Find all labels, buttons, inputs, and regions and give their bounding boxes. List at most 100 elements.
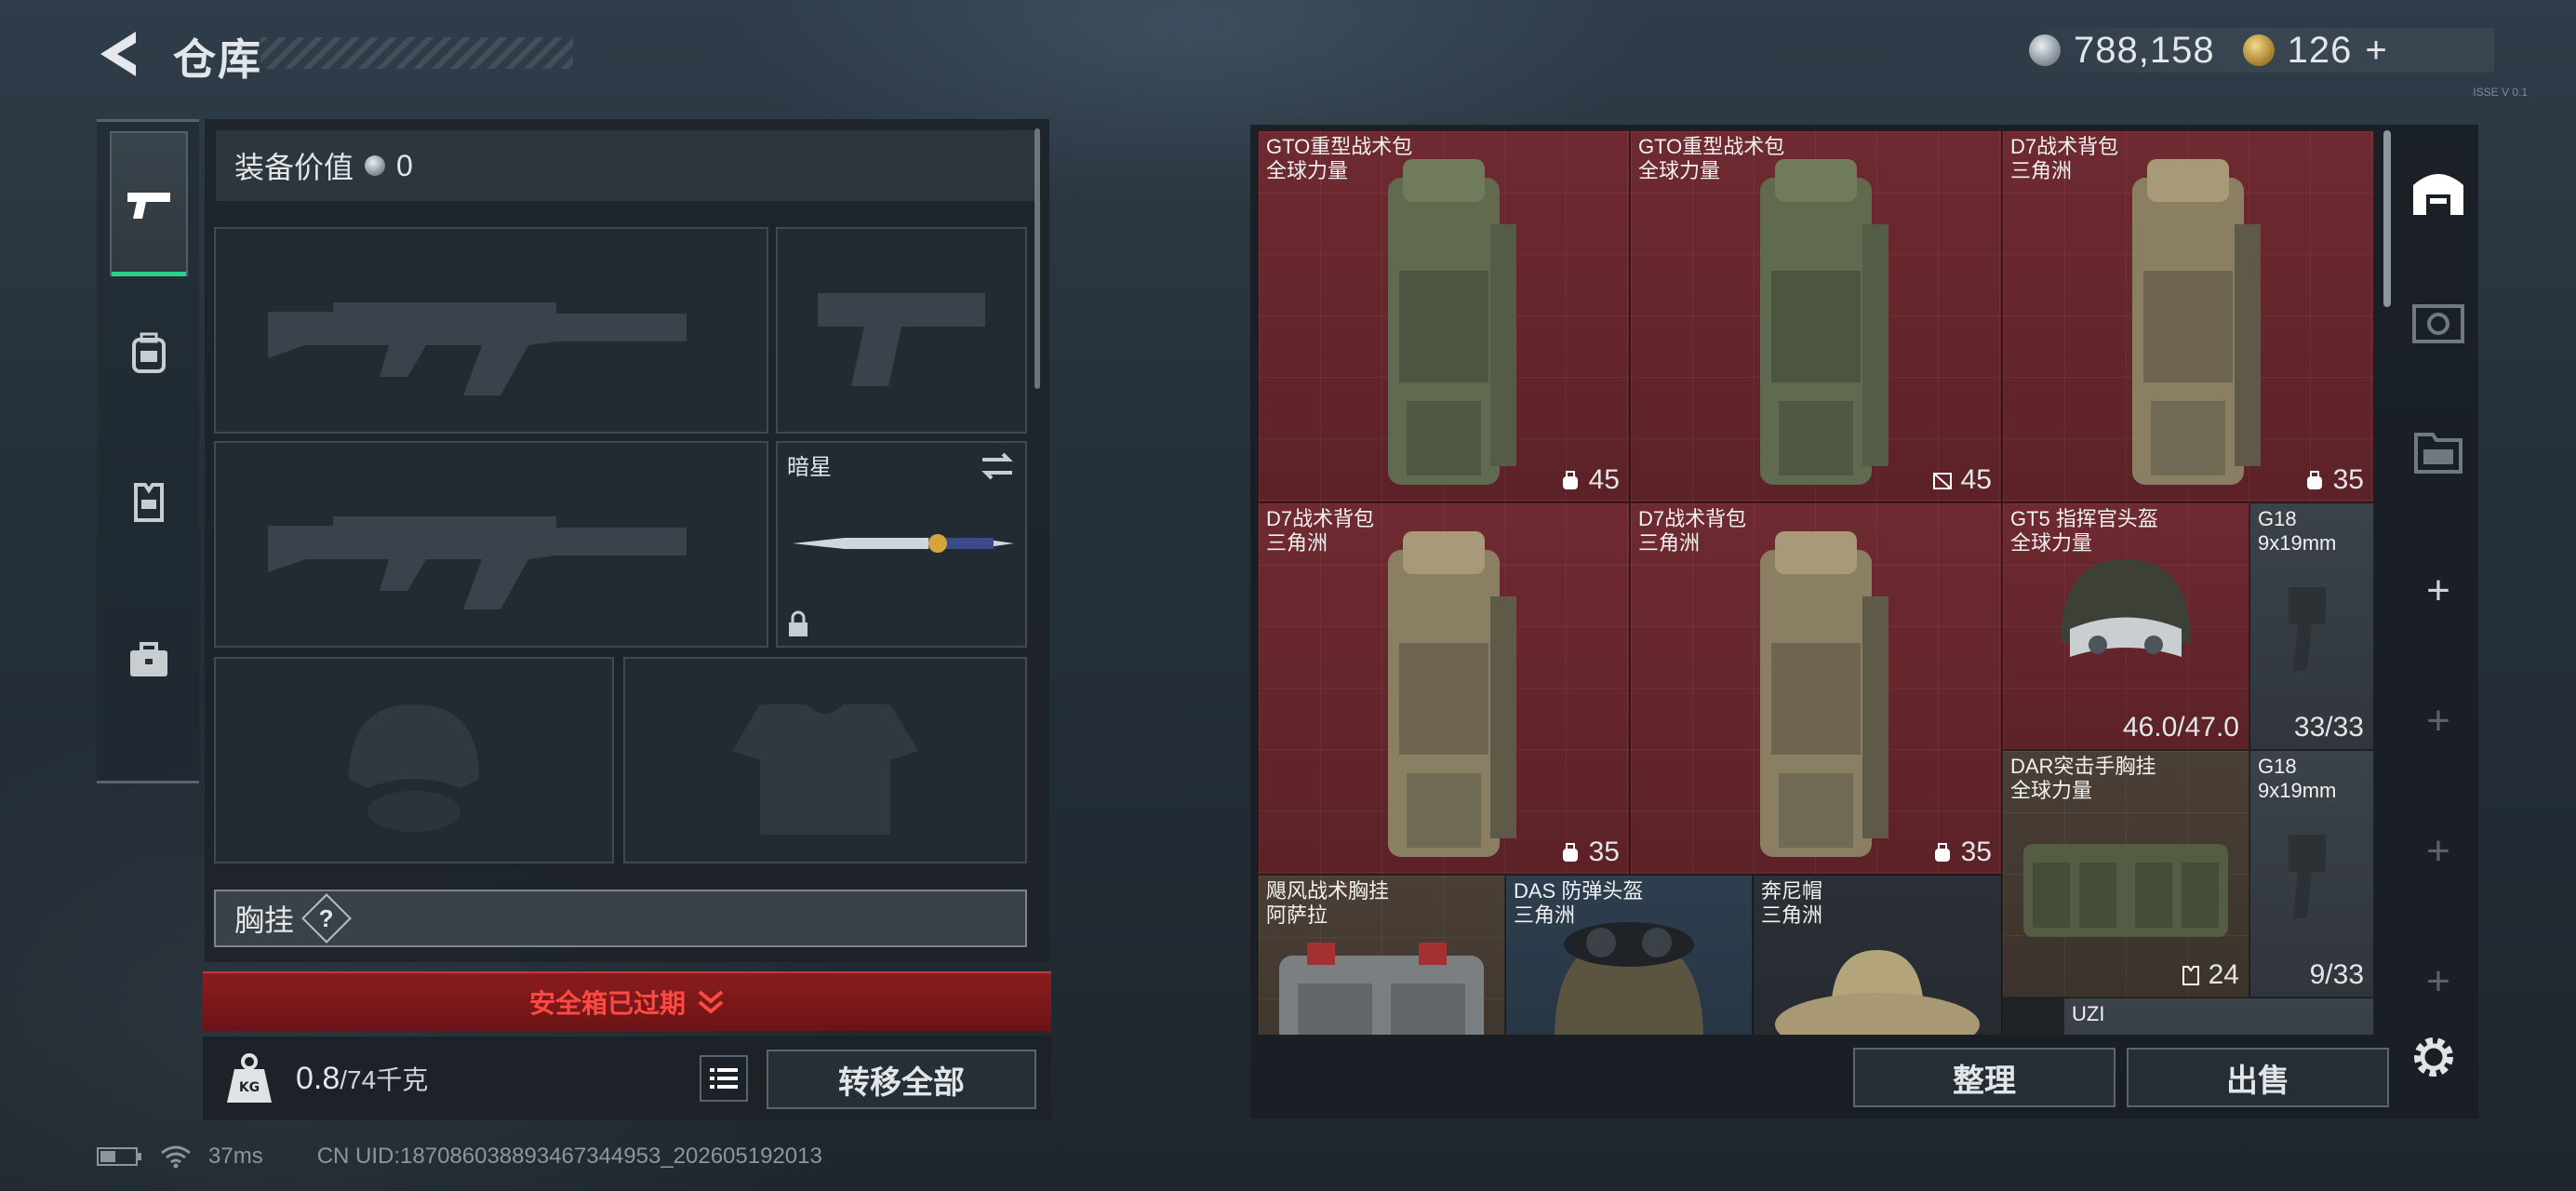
armor-slot[interactable] (623, 657, 1027, 863)
back-button[interactable] (93, 28, 149, 80)
inventory-item[interactable]: D7战术背包 三角洲 35 (2002, 130, 2374, 502)
inventory-item[interactable]: G18 9x19mm 9/33 (2249, 750, 2374, 997)
storage-tab-main[interactable] (2406, 160, 2471, 225)
pistol-silhouette-icon (818, 293, 985, 386)
rifle-silhouette-icon (268, 302, 687, 395)
inventory-item[interactable]: GT5 指挥官头盔 全球力量 46.0/47.0 (2002, 502, 2249, 750)
currency-silver: 788,158 (2074, 29, 2215, 71)
item-name: D7战术背包 三角洲 (1266, 507, 1375, 555)
swap-icon[interactable] (979, 450, 1016, 482)
sell-button[interactable]: 出售 (2127, 1048, 2389, 1107)
currency-bar: 788,158 126 + (2029, 28, 2494, 73)
storage-tab-3[interactable] (2406, 419, 2471, 484)
gear-icon[interactable] (2408, 1031, 2460, 1083)
item-count: 24 (2181, 959, 2239, 991)
status-bar: 37ms CN UID:187086038893467344953_202605… (97, 1141, 822, 1172)
chest-rig-art (2023, 844, 2228, 937)
help-button[interactable]: ? (301, 893, 352, 943)
move-all-button[interactable]: 转移全部 (767, 1050, 1036, 1109)
inventory-item[interactable]: DAS 防弹头盔 三角洲 (1505, 875, 1753, 1035)
storage-tab-2[interactable] (2406, 288, 2471, 354)
backpack-art (1760, 531, 1889, 857)
item-name: G18 9x19mm (2258, 755, 2337, 802)
inventory-item[interactable]: G18 9x19mm 33/33 (2249, 502, 2374, 750)
back-arrow-icon (100, 32, 136, 76)
silver-coin-icon (2029, 34, 2061, 66)
weight-current: 0.8 (296, 1060, 340, 1096)
secondary-weapon-slot[interactable] (214, 441, 768, 648)
helmet-silhouette-icon (349, 704, 479, 832)
armor-silhouette-icon (732, 704, 918, 835)
add-storage-button[interactable]: + (2406, 689, 2471, 754)
add-storage-button[interactable]: + (2406, 558, 2471, 623)
chest-rig-row[interactable]: 胸挂 ? (214, 890, 1027, 947)
tab-case[interactable] (110, 587, 188, 732)
item-count: 45 (1931, 464, 1992, 496)
storage-sidebar: + + + + (2398, 130, 2478, 1061)
inventory-scrollbar[interactable] (2383, 130, 2391, 307)
inventory-item[interactable]: DAR突击手胸挂 全球力量 24 (2002, 750, 2249, 997)
item-name: D7战术背包 三角洲 (1638, 507, 1747, 555)
sort-button[interactable]: 整理 (1853, 1048, 2116, 1107)
item-name: 奔尼帽 三角洲 (1761, 879, 1823, 927)
tab-vest[interactable] (110, 429, 188, 574)
inventory-item[interactable]: UZI (2063, 997, 2374, 1035)
melee-name: 暗星 (787, 455, 832, 480)
list-view-button[interactable] (700, 1055, 748, 1102)
lock-icon (789, 610, 808, 636)
melee-slot[interactable]: 暗星 (776, 441, 1027, 648)
add-storage-button[interactable]: + (2406, 819, 2471, 884)
safe-box-expired-text: 安全箱已过期 (528, 989, 686, 1018)
safe-box-expired-banner[interactable]: 安全箱已过期 (203, 971, 1051, 1031)
inventory-item[interactable]: D7战术背包 三角洲 35 (1630, 502, 2002, 875)
helmet-art (2061, 559, 2191, 657)
battery-icon (97, 1147, 141, 1166)
wifi-icon (161, 1145, 191, 1169)
item-name: GT5 指挥官头盔 全球力量 (2010, 507, 2158, 555)
helmet-slot[interactable] (214, 657, 614, 863)
svg-text:KG: KG (239, 1080, 260, 1095)
pistol-art (2289, 587, 2326, 671)
item-count: 45 (1559, 464, 1620, 496)
item-ammo: 9/33 (2309, 959, 2364, 990)
vest-icon (2182, 966, 2199, 985)
primary-weapon-slot[interactable] (214, 227, 768, 434)
item-count: 35 (2303, 464, 2364, 496)
item-name: G18 9x19mm (2258, 507, 2337, 555)
tab-active-indicator (112, 272, 186, 276)
double-chevron-down-icon (698, 990, 724, 1014)
add-storage-button[interactable]: + (2406, 949, 2471, 1014)
page-title: 仓库 (173, 35, 262, 84)
crate-icon (2412, 304, 2464, 343)
knife-art (793, 534, 1014, 553)
equipment-scrollbar[interactable] (1034, 128, 1040, 389)
weight-icon: KG (227, 1053, 272, 1103)
item-name: UZI (2072, 1002, 2105, 1025)
chest-rig-art (1279, 943, 1484, 1035)
add-currency-button[interactable]: + (2365, 30, 2387, 72)
equipment-value-header: 装备价值 0 (216, 130, 1036, 201)
equipment-value: 0 (396, 148, 413, 182)
uid-label: CN UID:187086038893467344953_20260519201… (316, 1144, 822, 1169)
backpack-art (1760, 159, 1889, 485)
inventory-item[interactable]: GTO重型战术包 全球力量 45 (1258, 130, 1630, 502)
inventory-item[interactable]: 奔尼帽 三角洲 (1753, 875, 2002, 1035)
inventory-item[interactable]: 飓风战术胸挂 阿萨拉 (1258, 875, 1505, 1035)
inventory-item[interactable]: D7战术背包 三角洲 35 (1258, 502, 1630, 875)
list-icon (710, 1068, 738, 1089)
briefcase-icon (130, 642, 167, 676)
no-bag-icon (1932, 473, 1952, 489)
bag-icon (1562, 471, 1578, 489)
pistol-slot[interactable] (776, 227, 1027, 434)
tab-weapons[interactable] (110, 131, 188, 276)
tab-backpack[interactable] (110, 280, 188, 425)
version-label: ISSE V 0.1 (2473, 86, 2528, 99)
category-tabs (97, 119, 199, 783)
item-name: D7战术背包 三角洲 (2010, 135, 2119, 182)
silver-coin-icon (365, 155, 386, 176)
inventory-item[interactable]: GTO重型战术包 全球力量 45 (1630, 130, 2002, 502)
weight-bar: KG 0.8/74千克 转移全部 (203, 1037, 1051, 1120)
rifle-silhouette-icon (268, 516, 687, 609)
warehouse-icon (2413, 174, 2463, 215)
bag-icon (1562, 843, 1578, 862)
